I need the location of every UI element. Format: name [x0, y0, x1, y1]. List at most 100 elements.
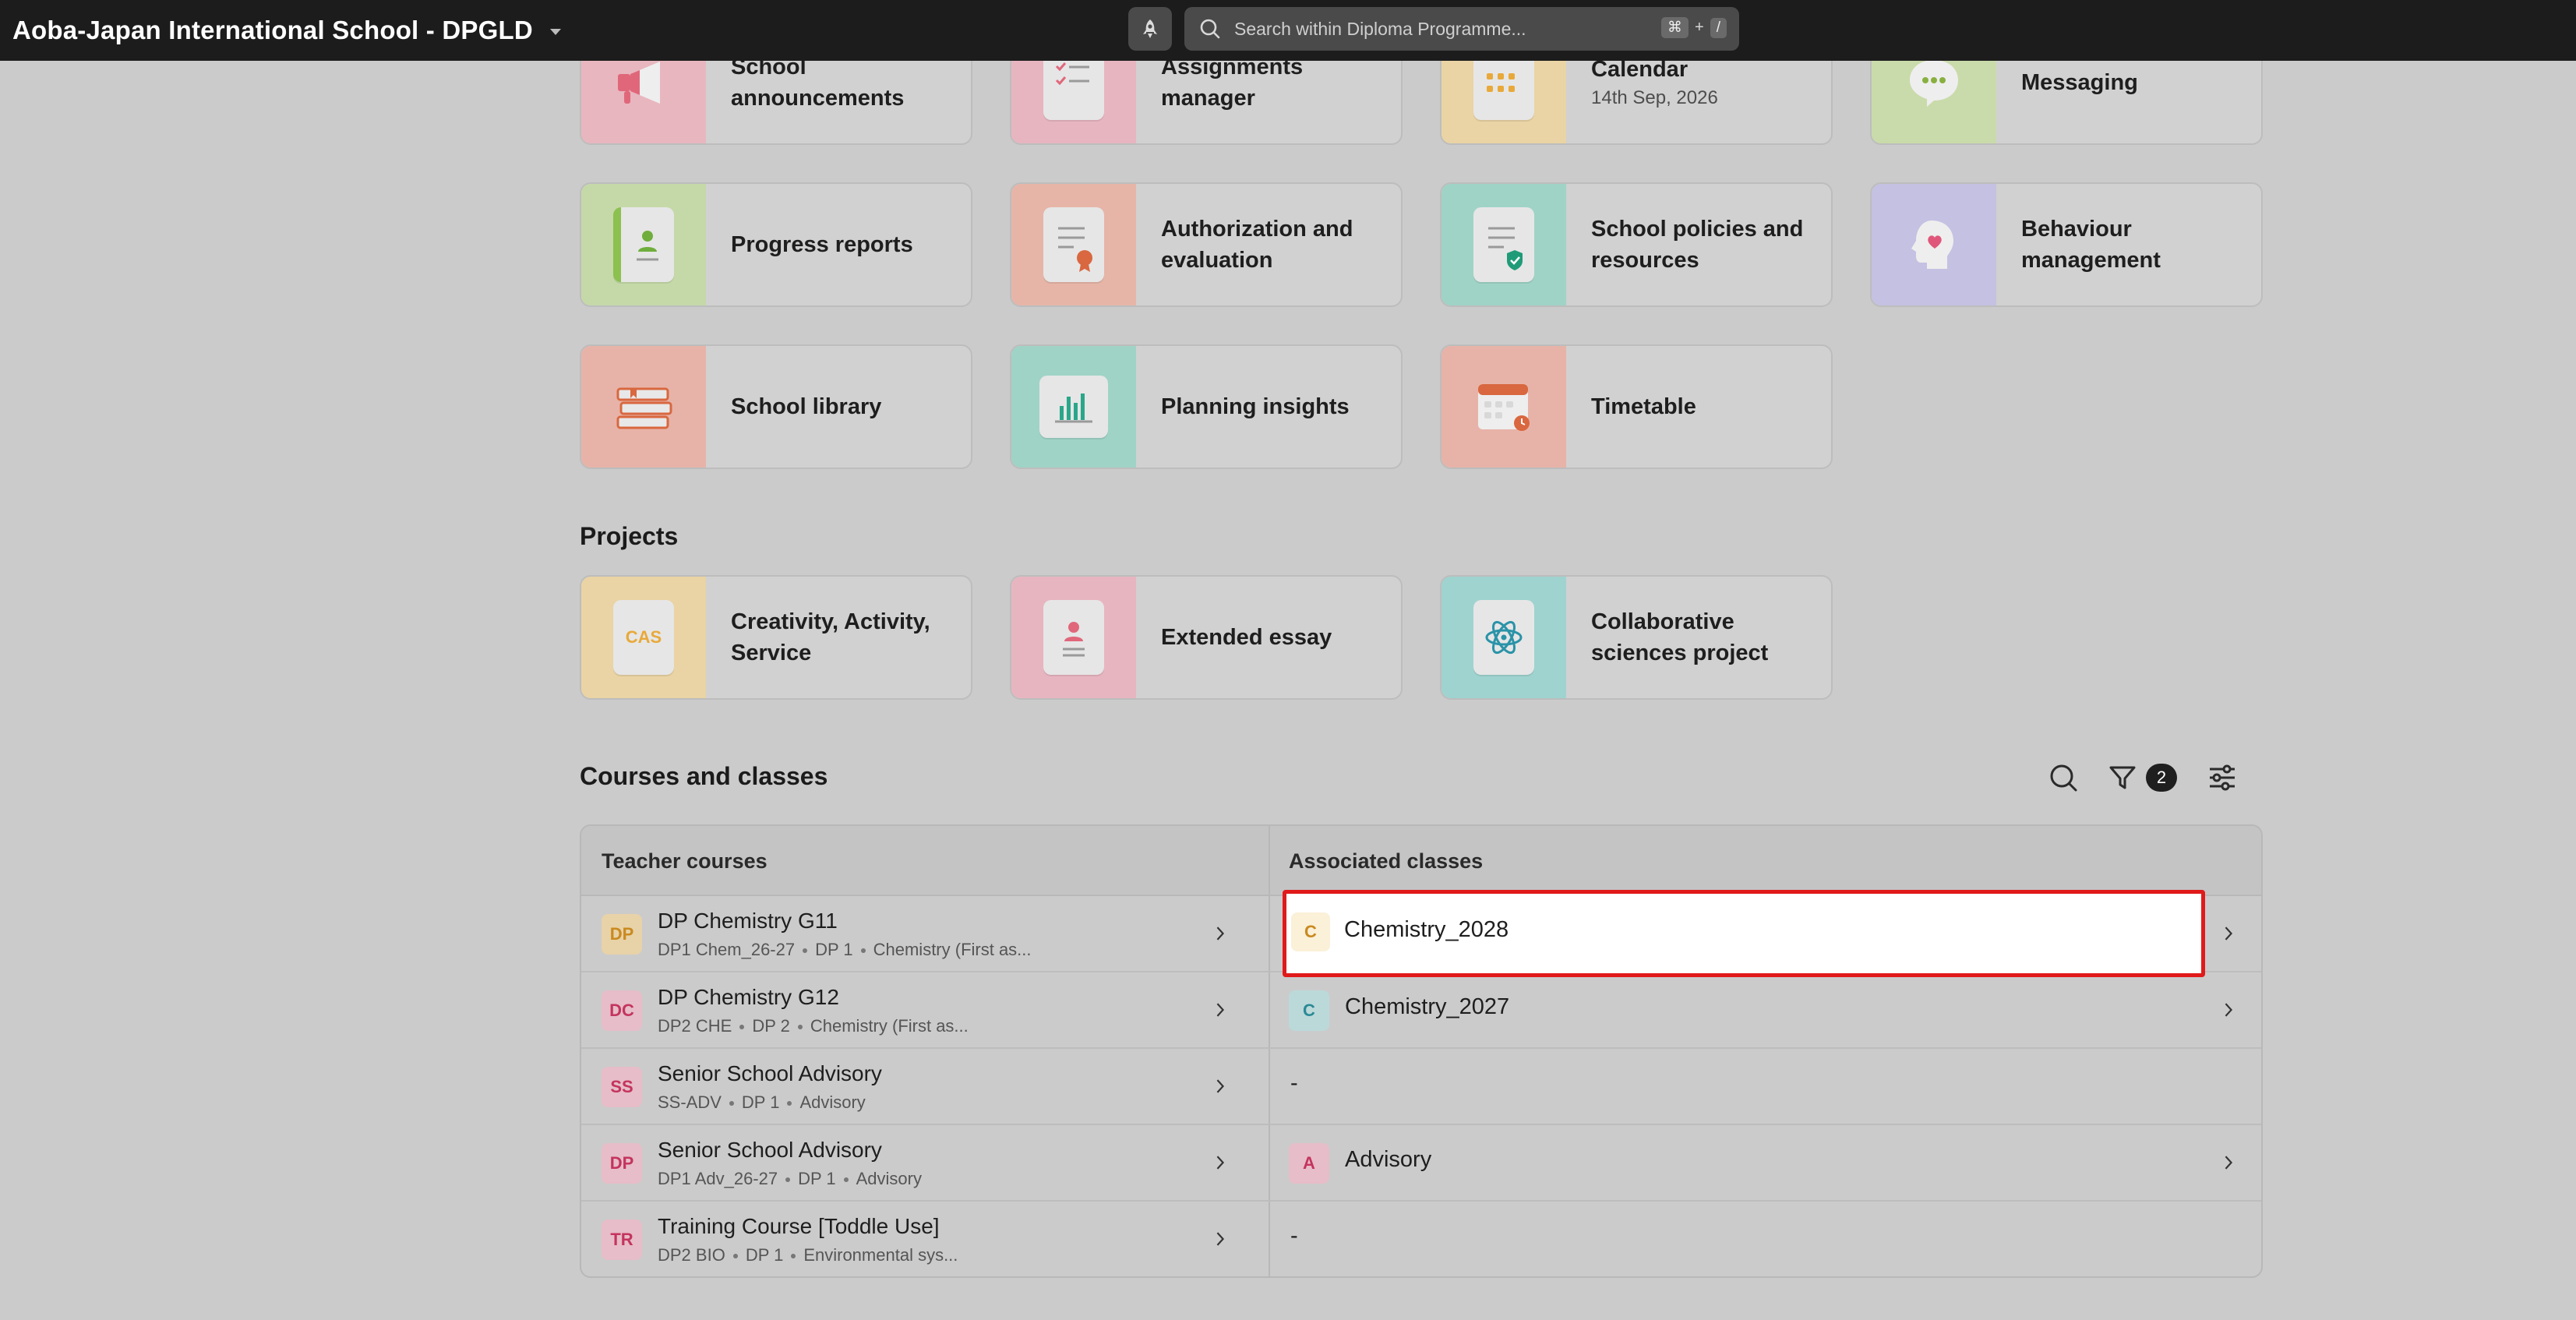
- tile-label: Assignments manager: [1161, 55, 1304, 111]
- course-avatar: DP: [602, 914, 642, 955]
- course-avatar: DC: [602, 990, 642, 1031]
- course-avatar: SS: [602, 1067, 642, 1107]
- class-avatar: A: [1289, 1143, 1329, 1184]
- tile-extended-essay[interactable]: Extended essay: [1010, 575, 1403, 700]
- tile-school-library[interactable]: School library: [580, 344, 972, 469]
- course-name: DP Chemistry G11: [658, 909, 838, 933]
- separator-dot: [791, 1254, 796, 1259]
- class-cell[interactable]: A Advisory: [1270, 1125, 2261, 1200]
- tile-planning-insights[interactable]: Planning insights: [1010, 344, 1403, 469]
- tile-icon-bg: [1872, 184, 1996, 305]
- teacher-courses-header: Teacher courses: [602, 849, 768, 873]
- course-name: Senior School Advisory: [658, 1061, 882, 1085]
- tile-icon-bg: [1011, 184, 1136, 305]
- school-name: Aoba-Japan International School - DPGLD: [12, 16, 533, 44]
- tile-text: Behaviour management: [2021, 184, 2249, 305]
- course-cell[interactable]: DP Senior School Advisory DP1 Adv_26-27 D…: [581, 1125, 1269, 1200]
- projects-heading: Projects: [580, 522, 679, 550]
- chevron-right-icon[interactable]: [2221, 1155, 2236, 1170]
- class-name: Chemistry_2028: [1344, 917, 1509, 942]
- tile-text: Planning insights: [1161, 346, 1389, 468]
- separator-dot: [785, 1177, 791, 1183]
- filter-count-badge: 2: [2146, 764, 2177, 792]
- search-input[interactable]: Search within Diploma Programme... ⌘ + /: [1184, 7, 1739, 51]
- course-meta: DP2 CHE DP 2 Chemistry (First as...: [658, 1016, 969, 1036]
- course-subject: Chemistry (First as...: [873, 940, 1032, 959]
- chevron-right-icon[interactable]: [1212, 1078, 1228, 1094]
- books-icon: [616, 387, 672, 429]
- cmd-key: ⌘: [1661, 17, 1689, 38]
- course-subject: Advisory: [799, 1092, 866, 1112]
- chevron-right-icon[interactable]: [1212, 1155, 1228, 1170]
- head-heart-icon: [1911, 221, 1953, 269]
- chevron-right-icon[interactable]: [2221, 926, 2236, 941]
- tile-text: Collaborative sciences project: [1591, 577, 1819, 698]
- tile-text: School library: [731, 346, 958, 468]
- calendar-date: 14th Sep, 2026: [1591, 87, 1718, 108]
- tile-label: School policies and resources: [1591, 217, 1804, 273]
- tile-progress-reports[interactable]: Progress reports: [580, 182, 972, 307]
- course-code: DP2 CHE: [658, 1016, 732, 1036]
- course-subject: Environmental sys...: [803, 1245, 958, 1265]
- class-name: Advisory: [1345, 1147, 1432, 1172]
- tile-icon-bg: [1442, 346, 1566, 468]
- course-avatar: DP: [602, 1143, 642, 1184]
- course-level: DP 1: [741, 1092, 780, 1112]
- tile-label: Messaging: [2021, 70, 2138, 95]
- tile-label: Creativity, Activity, Service: [731, 609, 930, 665]
- course-meta: DP1 Chem_26-27 DP 1 Chemistry (First as...: [658, 940, 1032, 960]
- tile-label: Planning insights: [1161, 394, 1350, 419]
- search-placeholder: Search within Diploma Programme...: [1234, 18, 1526, 39]
- tile-label: Behaviour management: [2021, 217, 2161, 273]
- tile-icon-bg: [1011, 346, 1136, 468]
- class-cell[interactable]: C Chemistry_2027: [1270, 972, 2261, 1047]
- course-cell[interactable]: DC DP Chemistry G12 DP2 CHE DP 2 Chemistry…: [581, 972, 1269, 1047]
- tile-authorization-evaluation[interactable]: Authorization and evaluation: [1010, 182, 1403, 307]
- tile-school-policies[interactable]: School policies and resources: [1440, 182, 1833, 307]
- tile-timetable[interactable]: Timetable: [1440, 344, 1833, 469]
- course-cell[interactable]: DP DP Chemistry G11 DP1 Chem_26-27 DP 1 Ch…: [581, 896, 1269, 971]
- tile-label: School announcements: [731, 55, 905, 111]
- class-avatar: C: [1291, 912, 1330, 951]
- courses-search-button[interactable]: [2046, 761, 2080, 795]
- courses-filter-button[interactable]: [2105, 761, 2140, 795]
- class-name: Chemistry_2027: [1345, 994, 1510, 1019]
- essay-notebook-icon: [1043, 600, 1104, 675]
- class-cell-highlighted[interactable]: C Chemistry_2028: [1283, 890, 2205, 977]
- tile-cas[interactable]: CAS Creativity, Activity, Service: [580, 575, 972, 700]
- rocket-button[interactable]: [1128, 7, 1172, 51]
- course-meta: DP2 BIO DP 1 Environmental sys...: [658, 1245, 958, 1265]
- tile-text: Authorization and evaluation: [1161, 184, 1389, 305]
- course-cell[interactable]: SS Senior School Advisory SS-ADV DP 1 Advi…: [581, 1049, 1269, 1124]
- cas-notebook-icon: CAS: [613, 600, 674, 675]
- tile-text: Progress reports: [731, 184, 958, 305]
- tile-icon-bg: [1442, 184, 1566, 305]
- report-book-icon: [613, 207, 674, 282]
- tile-text: Creativity, Activity, Service: [731, 577, 958, 698]
- tile-behaviour-management[interactable]: Behaviour management: [1870, 182, 2263, 307]
- search-icon: [1200, 19, 1220, 39]
- cas-icon-text: CAS: [625, 627, 662, 647]
- tile-label: Timetable: [1591, 394, 1696, 419]
- courses-heading: Courses and classes: [580, 762, 828, 790]
- table-row: SS Senior School Advisory SS-ADV DP 1 Advi…: [581, 1049, 2261, 1125]
- tile-icon-bg: [581, 184, 706, 305]
- tile-text: Extended essay: [1161, 577, 1389, 698]
- chevron-right-icon[interactable]: [1212, 926, 1228, 941]
- course-code: DP2 BIO: [658, 1245, 725, 1265]
- separator-dot: [803, 948, 808, 954]
- chevron-right-icon[interactable]: [1212, 1002, 1228, 1018]
- tile-text: School policies and resources: [1591, 184, 1819, 305]
- chevron-right-icon[interactable]: [1212, 1231, 1228, 1247]
- course-meta: DP1 Adv_26-27 DP 1 Advisory: [658, 1169, 922, 1189]
- course-level: DP 2: [752, 1016, 790, 1036]
- courses-settings-button[interactable]: [2205, 761, 2239, 795]
- course-cell[interactable]: TR Training Course [Toddle Use] DP2 BIO D…: [581, 1202, 1269, 1276]
- course-code: DP1 Adv_26-27: [658, 1169, 778, 1188]
- table-row: DC DP Chemistry G12 DP2 CHE DP 2 Chemistry…: [581, 972, 2261, 1049]
- separator-dot: [787, 1101, 792, 1106]
- tile-icon-bg: [1442, 577, 1566, 698]
- tile-collaborative-sciences[interactable]: Collaborative sciences project: [1440, 575, 1833, 700]
- school-switcher[interactable]: Aoba-Japan International School - DPGLD: [12, 11, 561, 50]
- chevron-right-icon[interactable]: [2221, 1002, 2236, 1018]
